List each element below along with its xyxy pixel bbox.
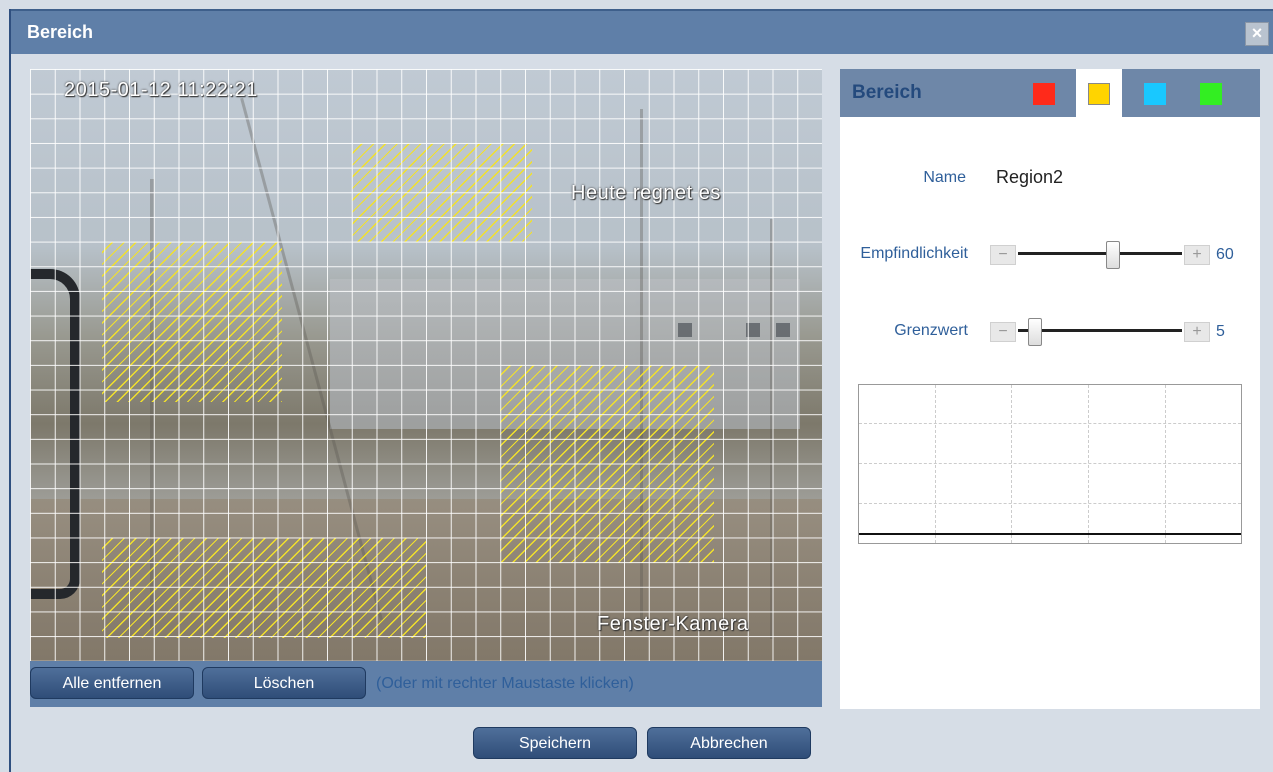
name-value[interactable]: Region2 <box>996 167 1063 188</box>
threshold-value: 5 <box>1216 323 1225 340</box>
motion-grid[interactable] <box>30 69 822 661</box>
remove-all-button[interactable]: Alle entfernen <box>30 667 194 699</box>
sensitivity-increase-button[interactable]: + <box>1184 245 1210 265</box>
sensitivity-decrease-button[interactable]: − <box>990 245 1016 265</box>
threshold-line <box>859 533 1241 535</box>
graph-gridline <box>859 423 1241 424</box>
panel-title: Bereich <box>852 82 922 103</box>
title-bar: Bereich × <box>11 9 1273 54</box>
region-tab-yellow[interactable] <box>1076 69 1122 117</box>
sensitivity-slider-handle[interactable] <box>1106 241 1120 269</box>
region-tabs: Bereich <box>840 69 1260 117</box>
threshold-slider-handle[interactable] <box>1028 318 1042 346</box>
osd-camera-name: Fenster-Kamera <box>597 613 749 635</box>
color-swatch <box>1144 83 1166 105</box>
save-button[interactable]: Speichern <box>473 727 637 759</box>
region-tab-red[interactable] <box>1021 69 1067 117</box>
region-toolbar: Alle entfernen Löschen (Oder mit rechter… <box>30 661 822 707</box>
cancel-button[interactable]: Abbrechen <box>647 727 811 759</box>
sensitivity-label: Empfindlichkeit <box>860 245 968 262</box>
graph-gridline <box>859 503 1241 504</box>
color-swatch <box>1088 83 1110 105</box>
name-label: Name <box>923 169 966 186</box>
close-icon: × <box>1251 23 1263 43</box>
close-button[interactable]: × <box>1245 22 1269 46</box>
video-preview[interactable]: 2015-01-12 11:22:21 Heute regnet es Fens… <box>30 69 822 661</box>
graph-gridline <box>1088 385 1089 543</box>
threshold-increase-button[interactable]: + <box>1184 322 1210 342</box>
motion-level-graph <box>858 384 1242 544</box>
color-swatch <box>1200 83 1222 105</box>
threshold-slider[interactable] <box>1018 329 1182 332</box>
graph-gridline <box>859 463 1241 464</box>
delete-button[interactable]: Löschen <box>202 667 366 699</box>
graph-gridline <box>935 385 936 543</box>
region-settings-panel: Bereich Name Region2 Empfindlichkeit − +… <box>840 69 1260 709</box>
region-tab-cyan[interactable] <box>1132 69 1178 117</box>
region-dialog: Bereich × 2015-01-12 11:22:21 Heute regn… <box>9 9 1273 772</box>
sensitivity-slider[interactable] <box>1018 252 1182 255</box>
sensitivity-value: 60 <box>1216 246 1234 263</box>
color-swatch <box>1033 83 1055 105</box>
right-click-hint: (Oder mit rechter Maustaste klicken) <box>376 675 634 692</box>
osd-overlay-text: Heute regnet es <box>571 182 721 204</box>
dialog-title: Bereich <box>27 22 94 42</box>
region-tab-green[interactable] <box>1188 69 1234 117</box>
osd-timestamp: 2015-01-12 11:22:21 <box>64 79 258 101</box>
threshold-decrease-button[interactable]: − <box>990 322 1016 342</box>
graph-gridline <box>1165 385 1166 543</box>
graph-gridline <box>1011 385 1012 543</box>
threshold-label: Grenzwert <box>894 322 968 339</box>
